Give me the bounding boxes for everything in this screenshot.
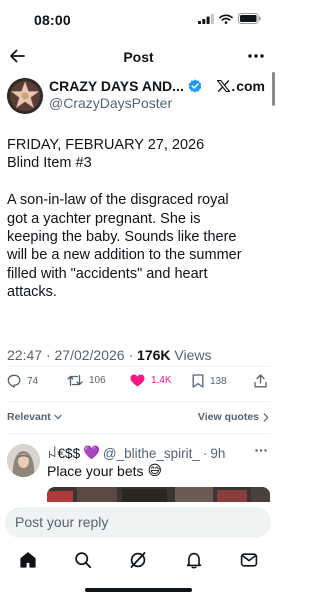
chevron-down-icon <box>54 414 62 420</box>
top-navigation: Post <box>0 42 277 72</box>
post-author: CRAZY DAYS AND... @CrazyDaysPoster . com <box>0 74 277 134</box>
tab-notifications[interactable] <box>184 550 204 570</box>
tab-search[interactable] <box>73 550 93 570</box>
author-handle[interactable]: @CrazyDaysPoster <box>49 95 172 111</box>
reply-icon <box>7 374 21 388</box>
compose-bar: Post your reply <box>0 502 277 542</box>
reply-author-name[interactable]: ꈤ€$$ <box>47 444 80 462</box>
divider <box>7 366 270 367</box>
source-label: com <box>236 78 265 94</box>
reply-text: Place your bets 😅 <box>47 462 162 479</box>
user-photo-icon <box>7 444 40 477</box>
bookmark-button[interactable]: 138 <box>192 374 227 388</box>
tab-messages[interactable] <box>239 550 259 570</box>
post-actions: 74 106 1.4K 138 <box>0 372 277 396</box>
post-line: FRIDAY, FEBRUARY 27, 2026 <box>7 137 205 153</box>
view-quotes-link[interactable]: View quotes <box>198 411 269 423</box>
purple-heart-emoji: 💜 <box>83 445 100 460</box>
post-date: 27/02/2026 <box>54 347 125 363</box>
sweat-smile-emoji: 😅 <box>147 462 163 478</box>
divider <box>7 401 270 402</box>
messages-icon <box>240 553 258 567</box>
relevant-label: Relevant <box>7 411 51 423</box>
divider <box>7 433 270 434</box>
tab-grok[interactable] <box>128 550 148 570</box>
page-title: Post <box>123 49 154 65</box>
verified-badge-icon <box>188 79 202 93</box>
post-body: FRIDAY, FEBRUARY 27, 2026 Blind Item #3 … <box>7 136 271 302</box>
x-logo-icon <box>217 80 231 92</box>
reply-header: ꈤ€$$ 💜 @_blithe_spirit_ · 9h <box>47 444 225 462</box>
bottom-tab-bar <box>0 543 277 577</box>
bookmark-icon <box>192 374 204 388</box>
search-icon <box>75 552 92 569</box>
tab-home[interactable] <box>18 550 38 570</box>
reply-media-image[interactable] <box>47 487 270 502</box>
wifi-icon <box>219 13 233 24</box>
reply-input-placeholder: Post your reply <box>15 514 109 530</box>
share-icon <box>254 374 267 388</box>
repost-button[interactable]: 106 <box>67 374 106 387</box>
photo-icon <box>47 487 270 502</box>
reply-separator: · <box>202 445 208 461</box>
post-time: 22:47 <box>7 347 43 363</box>
reply-more-button[interactable] <box>253 444 269 456</box>
grok-icon <box>130 552 146 568</box>
post-line: attacks. <box>7 284 57 301</box>
meta-separator: · <box>45 347 51 363</box>
author-name[interactable]: CRAZY DAYS AND... <box>49 78 184 94</box>
reply-body: Place your bets <box>47 462 144 479</box>
more-options-button[interactable] <box>245 46 267 66</box>
repost-count: 106 <box>89 375 106 386</box>
reply-input[interactable]: Post your reply <box>5 507 271 538</box>
reply-count: 74 <box>27 375 39 387</box>
more-horizontal-icon <box>248 54 264 58</box>
views-label: Views <box>174 347 212 363</box>
views-count[interactable]: 176K <box>137 347 170 363</box>
signal-icon <box>198 13 214 24</box>
source-xcom: . com <box>217 78 265 94</box>
relevant-dropdown[interactable]: Relevant <box>7 411 62 423</box>
battery-icon <box>238 13 261 24</box>
more-horizontal-icon <box>255 448 267 452</box>
reply-button[interactable]: 74 <box>7 374 38 388</box>
scrollbar[interactable] <box>272 72 275 106</box>
status-icons <box>198 13 261 24</box>
post-meta: 22:47 · 27/02/2026 · 176K Views <box>7 347 211 363</box>
author-avatar[interactable] <box>7 78 43 114</box>
like-count: 1.4K <box>151 375 172 386</box>
post-line: A son-in-law of the disgraced royal <box>7 192 229 209</box>
heart-filled-icon <box>130 374 145 387</box>
view-quotes-label: View quotes <box>197 411 259 423</box>
notifications-icon <box>186 552 202 569</box>
post-line-spacer <box>7 173 271 191</box>
post-line: got a yachter pregnant. She is <box>7 210 201 227</box>
status-bar: 08:00 <box>0 0 277 40</box>
post-line: filled with "accidents" and heart <box>7 265 208 282</box>
home-icon <box>20 552 36 568</box>
home-indicator[interactable] <box>85 588 192 592</box>
post-line: Blind Item #3 <box>7 155 92 172</box>
status-time: 08:00 <box>34 12 71 28</box>
reply-filters: Relevant View quotes <box>0 408 277 428</box>
repost-icon <box>67 374 83 387</box>
reply-time: 9h <box>210 445 226 461</box>
meta-separator: · <box>128 347 134 363</box>
hollywood-star-icon <box>7 78 43 114</box>
post-line: keeping the baby. Sounds like there <box>7 229 237 246</box>
reply-author-handle[interactable]: @_blithe_spirit_ <box>103 446 200 461</box>
reply-avatar[interactable] <box>7 444 40 477</box>
reply-item[interactable]: ꈤ€$$ 💜 @_blithe_spirit_ · 9h Place your … <box>0 440 277 502</box>
share-button[interactable] <box>254 374 267 388</box>
bookmark-count: 138 <box>210 375 227 387</box>
chevron-right-icon <box>263 412 269 422</box>
post-line: will be a new addition to the summer <box>7 247 242 264</box>
like-button[interactable]: 1.4K <box>130 374 172 387</box>
